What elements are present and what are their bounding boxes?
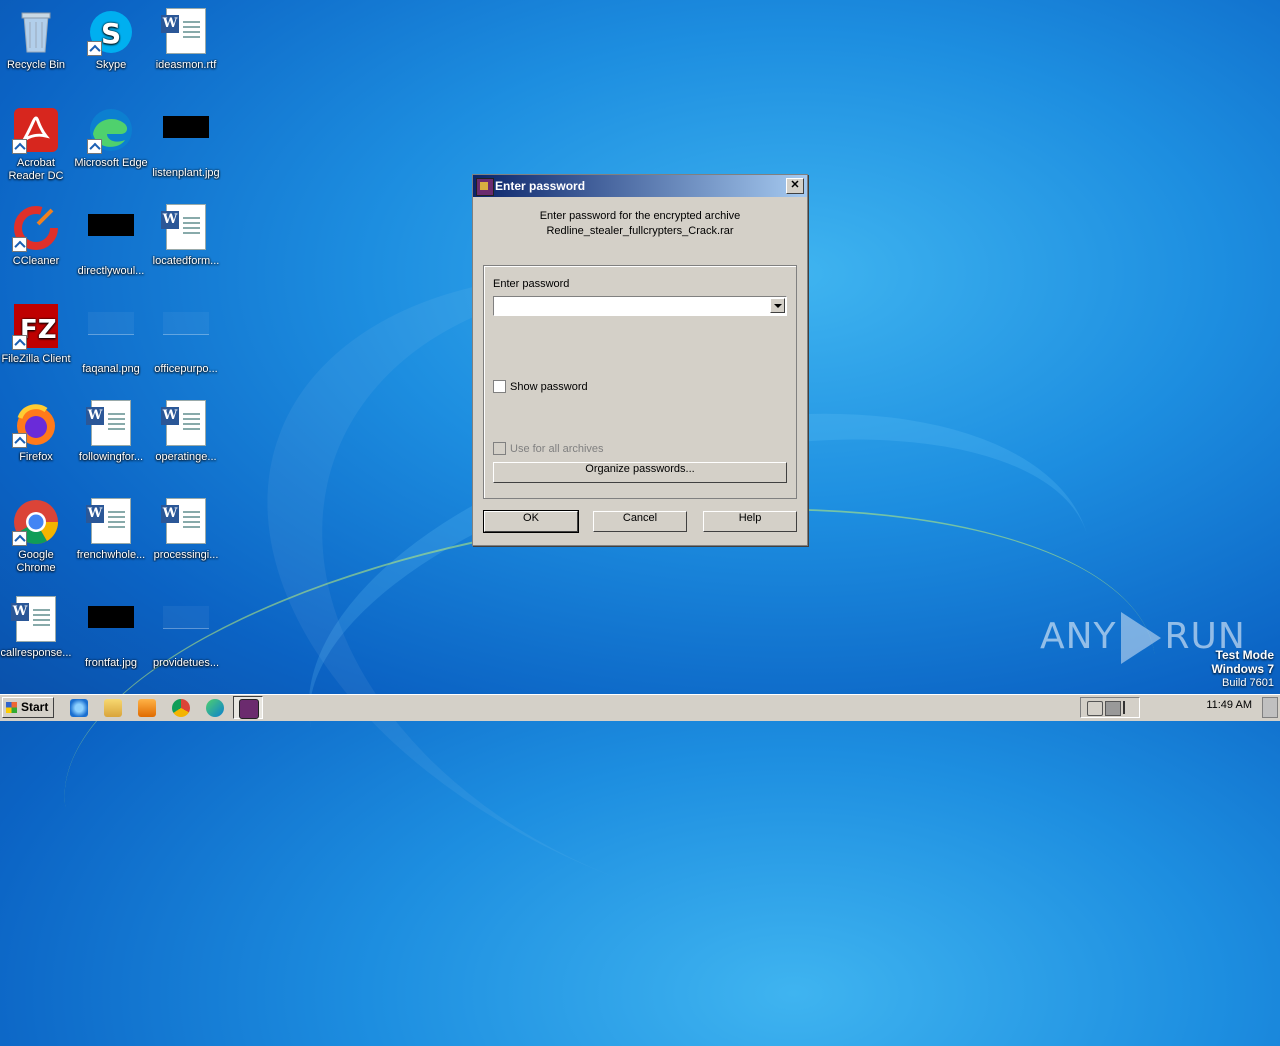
password-combo[interactable] [493, 296, 787, 316]
checkbox-box [493, 442, 506, 455]
shortcut-arrow-icon [87, 41, 102, 56]
password-label: Enter password [493, 278, 570, 290]
desktop-icon-acrobat[interactable]: Acrobat Reader DC [0, 102, 74, 183]
desktop-icon-firefox[interactable]: Firefox [0, 396, 74, 464]
desktop-icon-locatedform[interactable]: W locatedform... [148, 200, 224, 268]
dialog-title: Enter password [495, 179, 586, 193]
word-doc-icon: W [161, 400, 210, 448]
windows-version-label: Windows 7 [1211, 662, 1274, 676]
desktop-icon-chrome[interactable]: Google Chrome [0, 494, 74, 575]
image-thumb-icon [87, 312, 135, 360]
chrome-icon [12, 498, 60, 546]
password-group: Enter password Show password Use for all… [483, 265, 797, 499]
shortcut-arrow-icon [12, 139, 27, 154]
word-doc-icon: W [161, 8, 210, 56]
desktop-icon-recycle-bin[interactable]: Recycle Bin [0, 4, 74, 72]
desktop-icon-processingi[interactable]: W processingi... [148, 494, 224, 562]
desktop-icon-followingfor[interactable]: W followingfor... [73, 396, 149, 464]
acrobat-icon [12, 106, 60, 154]
test-mode-label: Test Mode [1215, 648, 1274, 662]
image-thumb-icon [162, 312, 210, 360]
action-center-flag-icon[interactable] [1123, 701, 1139, 714]
use-for-all-archives-label: Use for all archives [510, 442, 604, 455]
taskbar-item-winrar[interactable] [233, 696, 263, 719]
cancel-button[interactable]: Cancel [593, 511, 687, 532]
shortcut-arrow-icon [87, 139, 102, 154]
dialog-titlebar[interactable]: Enter password ✕ [473, 175, 807, 197]
desktop-icon-directlywoul[interactable]: directlywoul... [73, 200, 149, 278]
desktop-icon-providetues[interactable]: providetues... [148, 592, 224, 670]
desktop-icon-skype[interactable]: S Skype [73, 4, 149, 72]
skype-icon: S [87, 8, 135, 56]
filezilla-icon: FZ [12, 302, 60, 350]
desktop-icon-frontfat[interactable]: frontfat.jpg [73, 592, 149, 670]
internet-explorer-icon[interactable] [70, 699, 88, 717]
media-player-icon[interactable] [138, 699, 156, 717]
build-label: Build 7601 [1222, 677, 1274, 689]
edge-icon[interactable] [206, 699, 224, 717]
show-password-checkbox[interactable]: Show password [493, 380, 588, 393]
desktop-icon-filezilla[interactable]: FZ FileZilla Client [0, 298, 74, 366]
image-thumb-icon [87, 214, 135, 262]
ccleaner-icon [12, 204, 60, 252]
shortcut-arrow-icon [12, 335, 27, 350]
network-icon[interactable] [1105, 701, 1121, 716]
help-button[interactable]: Help [703, 511, 797, 532]
shortcut-arrow-icon [12, 433, 27, 448]
show-desktop-button[interactable] [1262, 697, 1278, 718]
image-thumb-icon [162, 116, 210, 164]
word-doc-icon: W [161, 498, 210, 546]
chrome-icon[interactable] [172, 699, 190, 717]
ok-button[interactable]: OK [483, 510, 579, 533]
dialog-message: Enter password for the encrypted archive… [473, 209, 807, 239]
dialog-message-line: Enter password for the encrypted archive [539, 210, 741, 222]
recycle-bin-icon [12, 8, 60, 56]
play-icon [1120, 612, 1161, 664]
clock[interactable]: 11:49 AM [1196, 695, 1252, 716]
desktop-icon-ccleaner[interactable]: CCleaner [0, 200, 74, 268]
watermark-any: ANY [1040, 616, 1117, 657]
desktop-icon-ideasmon[interactable]: W ideasmon.rtf [148, 4, 224, 72]
checkbox-box[interactable] [493, 380, 506, 393]
archive-name: Redline_stealer_fullcrypters_Crack.rar [546, 225, 734, 237]
word-doc-icon: W [86, 400, 135, 448]
word-doc-icon: W [86, 498, 135, 546]
windows-logo-icon [6, 702, 17, 713]
desktop-icon-frenchwhole[interactable]: W frenchwhole... [73, 494, 149, 562]
desktop-icon-faqanal[interactable]: faqanal.png [73, 298, 149, 376]
image-thumb-icon [87, 606, 135, 654]
desktop-icon-edge[interactable]: Microsoft Edge [73, 102, 149, 170]
show-password-label: Show password [510, 380, 588, 393]
start-label: Start [21, 700, 49, 714]
desktop-icon-listenplant[interactable]: listenplant.jpg [148, 102, 224, 180]
shortcut-arrow-icon [12, 531, 27, 546]
shortcut-arrow-icon [12, 237, 27, 252]
start-button[interactable]: Start [2, 697, 54, 718]
winrar-icon [476, 178, 494, 196]
password-dialog: Enter password ✕ Enter password for the … [472, 174, 808, 546]
notification-tray [1080, 697, 1140, 718]
password-input[interactable] [494, 297, 772, 313]
word-doc-icon: W [11, 596, 60, 644]
taskbar: Start 11:49 AM [0, 694, 1280, 721]
file-explorer-icon[interactable] [104, 699, 122, 717]
edge-icon [87, 106, 135, 154]
firefox-icon [12, 400, 60, 448]
os-info: Test Mode Windows 7 Build 7601 [1211, 648, 1274, 690]
winrar-icon [239, 699, 259, 719]
use-for-all-archives-checkbox: Use for all archives [493, 442, 604, 455]
close-button[interactable]: ✕ [786, 178, 804, 194]
desktop-icon-callresponse[interactable]: W callresponse... [0, 592, 74, 660]
svg-text:S: S [101, 17, 121, 50]
organize-passwords-button[interactable]: Organize passwords... [493, 462, 787, 483]
image-thumb-icon [162, 606, 210, 654]
desktop-icon-operatinge[interactable]: W operatinge... [148, 396, 224, 464]
word-doc-icon: W [161, 204, 210, 252]
speaker-icon[interactable] [1087, 701, 1103, 716]
desktop-icon-officepurpo[interactable]: officepurpo... [148, 298, 224, 376]
chevron-down-icon[interactable] [770, 298, 785, 313]
